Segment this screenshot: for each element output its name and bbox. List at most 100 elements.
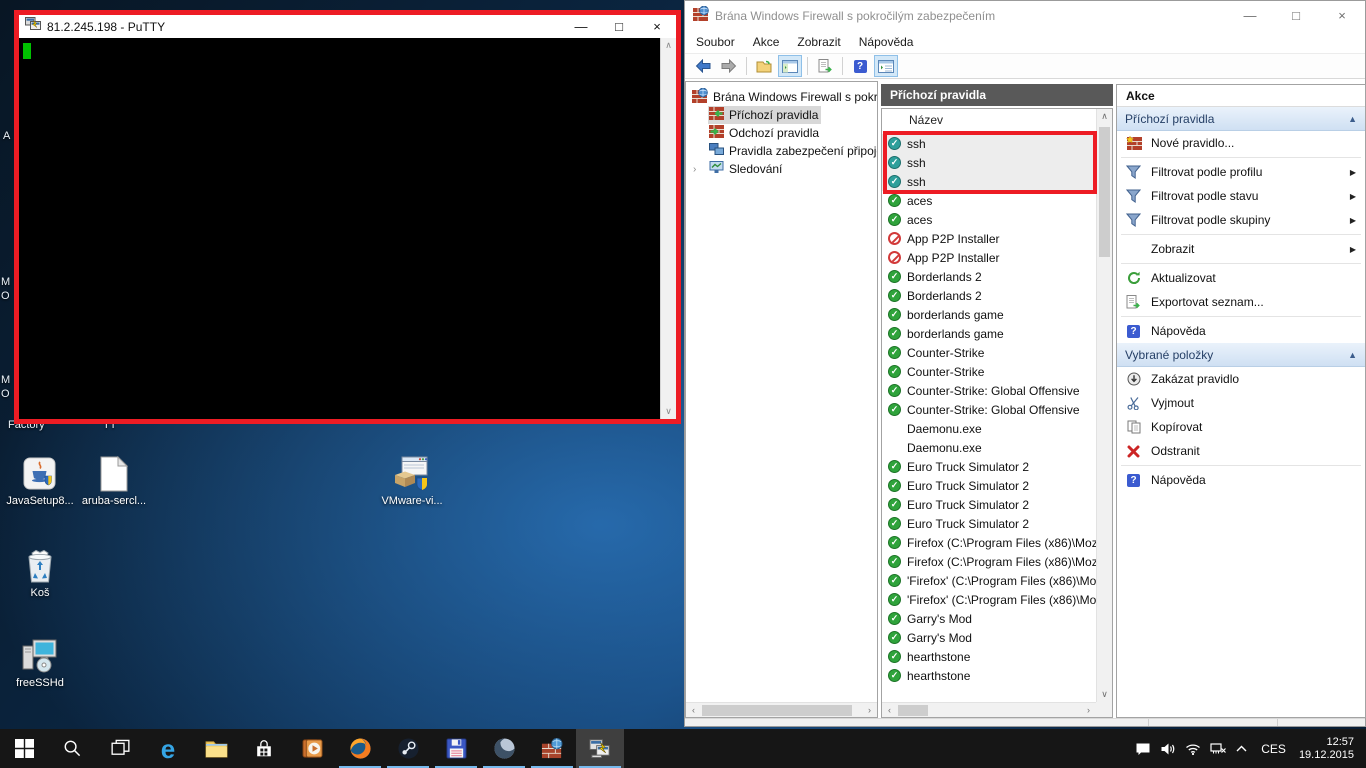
desktop-icon-vmwarevi[interactable]: VMware-vi... — [373, 455, 451, 507]
taskbar-daemon-tools-button[interactable] — [480, 729, 528, 768]
tree-item-3[interactable]: ›Sledování — [686, 160, 877, 178]
tree-item-2[interactable]: Pravidla zabezpečení připoje — [686, 142, 877, 160]
minimize-button[interactable]: — — [1227, 1, 1273, 31]
rule-row[interactable]: ✓'Firefox' (C:\Program Files (x86)\Mo: — [882, 590, 1096, 609]
actions-section-header[interactable]: Příchozí pravidla▲ — [1117, 107, 1365, 131]
tree-horizontal-scrollbar[interactable]: ‹ › — [686, 702, 877, 717]
taskbar-store-button[interactable] — [240, 729, 288, 768]
rule-row[interactable]: ✓Borderlands 2 — [882, 286, 1096, 305]
desktop-icon-freesshd[interactable]: freeSSHd — [1, 637, 79, 689]
menu-item-npovda[interactable]: Nápověda — [850, 35, 923, 49]
rule-row[interactable]: ✓Firefox (C:\Program Files (x86)\Mozi — [882, 552, 1096, 571]
desktop-icon-arubasercl[interactable]: aruba-sercl... — [75, 455, 153, 507]
actions-section-header[interactable]: Vybrané položky▲ — [1117, 343, 1365, 367]
close-button[interactable]: × — [1319, 1, 1365, 31]
rule-row[interactable]: Daemonu.exe — [882, 438, 1096, 457]
scrollbar-thumb[interactable] — [702, 705, 852, 716]
action-filtrovat-podle-profilu[interactable]: Filtrovat podle profilu▶ — [1117, 160, 1365, 184]
taskbar-file-explorer-button[interactable] — [192, 729, 240, 768]
terminal-scrollbar[interactable]: ∧ ∨ — [660, 38, 676, 419]
rule-row[interactable]: ✓hearthstone — [882, 647, 1096, 666]
action-vyjmout[interactable]: Vyjmout — [1117, 391, 1365, 415]
tree-root-item[interactable]: Brána Windows Firewall s pokro — [686, 88, 877, 106]
rule-row[interactable]: App P2P Installer — [882, 229, 1096, 248]
rule-row[interactable]: ✓aces — [882, 191, 1096, 210]
scroll-up-icon[interactable]: ∧ — [1097, 109, 1112, 124]
taskbar-start-button[interactable] — [0, 729, 48, 768]
toolbar-detail-pane-icon[interactable] — [874, 55, 898, 77]
taskbar-windows-firewall-button[interactable] — [528, 729, 576, 768]
toolbar-forward-icon[interactable] — [717, 55, 741, 77]
putty-window[interactable]: 81.2.245.198 - PuTTY — □ × ∧ ∨ — [14, 10, 681, 424]
action-nov-pravidlo[interactable]: Nové pravidlo... — [1117, 131, 1365, 155]
rule-row[interactable]: ✓Euro Truck Simulator 2 — [882, 495, 1096, 514]
rule-row[interactable]: ✓ssh — [882, 134, 1096, 153]
minimize-button[interactable]: — — [562, 19, 600, 34]
menu-item-soubor[interactable]: Soubor — [687, 35, 744, 49]
action-odstranit[interactable]: Odstranit — [1117, 439, 1365, 463]
toolbar-console-tree-icon[interactable] — [778, 55, 802, 77]
scroll-left-icon[interactable]: ‹ — [882, 703, 897, 718]
tree-item-1[interactable]: Odchozí pravidla — [686, 124, 877, 142]
rule-row[interactable]: ✓borderlands game — [882, 324, 1096, 343]
action-kop-rovat[interactable]: Kopírovat — [1117, 415, 1365, 439]
column-header-name[interactable]: Název — [882, 109, 1112, 132]
desktop-icon-javasetup8[interactable]: JavaSetup8... — [1, 455, 79, 507]
firewall-window[interactable]: Brána Windows Firewall s pokročilým zabe… — [684, 0, 1366, 727]
desktop-icon-ko[interactable]: Koš — [1, 547, 79, 599]
tray-action-center-icon[interactable] — [1135, 742, 1151, 756]
rule-row[interactable]: ✓ssh — [882, 172, 1096, 191]
scroll-down-icon[interactable]: ∨ — [665, 406, 672, 417]
rule-row[interactable]: ✓'Firefox' (C:\Program Files (x86)\Mo: — [882, 571, 1096, 590]
action-exportovat-seznam[interactable]: Exportovat seznam... — [1117, 290, 1365, 314]
rule-row[interactable]: ✓Counter-Strike: Global Offensive — [882, 381, 1096, 400]
action-aktualizovat[interactable]: Aktualizovat — [1117, 266, 1365, 290]
action-n-pov-da[interactable]: ?Nápověda — [1117, 468, 1365, 492]
close-button[interactable]: × — [638, 19, 676, 34]
scroll-left-icon[interactable]: ‹ — [686, 703, 701, 718]
taskbar-edge-button[interactable]: e — [144, 729, 192, 768]
scroll-right-icon[interactable]: › — [1081, 703, 1096, 718]
list-vertical-scrollbar[interactable]: ∧ ∨ — [1096, 109, 1112, 702]
tree-item-0[interactable]: Příchozí pravidla — [686, 106, 877, 124]
scrollbar-thumb[interactable] — [1099, 127, 1110, 257]
rule-row[interactable]: ✓Borderlands 2 — [882, 267, 1096, 286]
rule-row[interactable]: ✓hearthstone — [882, 666, 1096, 685]
rule-row[interactable]: ✓Garry's Mod — [882, 628, 1096, 647]
toolbar-folder-icon[interactable] — [752, 55, 776, 77]
taskbar-putty-button[interactable] — [576, 729, 624, 768]
rule-row[interactable]: ✓Euro Truck Simulator 2 — [882, 514, 1096, 533]
taskbar-search-button[interactable] — [48, 729, 96, 768]
action-filtrovat-podle-stavu[interactable]: Filtrovat podle stavu▶ — [1117, 184, 1365, 208]
toolbar-export-list-icon[interactable] — [813, 55, 837, 77]
language-indicator[interactable]: CES — [1257, 742, 1290, 756]
collapse-arrow-icon[interactable]: ▲ — [1348, 114, 1357, 124]
taskbar-firefox-button[interactable] — [336, 729, 384, 768]
rule-row[interactable]: ✓Counter-Strike — [882, 343, 1096, 362]
scroll-down-icon[interactable]: ∨ — [1097, 687, 1112, 702]
action-filtrovat-podle-skupiny[interactable]: Filtrovat podle skupiny▶ — [1117, 208, 1365, 232]
rule-row[interactable]: ✓Euro Truck Simulator 2 — [882, 476, 1096, 495]
rule-row[interactable]: ✓Counter-Strike: Global Offensive — [882, 400, 1096, 419]
menu-item-akce[interactable]: Akce — [744, 35, 789, 49]
collapse-arrow-icon[interactable]: ▲ — [1348, 350, 1357, 360]
rule-row[interactable]: ✓Counter-Strike — [882, 362, 1096, 381]
rule-row[interactable]: ✓ssh — [882, 153, 1096, 172]
maximize-button[interactable]: □ — [1273, 1, 1319, 31]
rule-row[interactable]: App P2P Installer — [882, 248, 1096, 267]
rule-row[interactable]: ✓aces — [882, 210, 1096, 229]
tray-wifi-icon[interactable] — [1185, 743, 1201, 755]
scroll-up-icon[interactable]: ∧ — [665, 40, 672, 51]
menu-item-zobrazit[interactable]: Zobrazit — [788, 35, 849, 49]
maximize-button[interactable]: □ — [600, 19, 638, 34]
toolbar-back-icon[interactable] — [691, 55, 715, 77]
rule-row[interactable]: ✓Euro Truck Simulator 2 — [882, 457, 1096, 476]
clock[interactable]: 12:57 19.12.2015 — [1299, 736, 1358, 762]
action-zak-zat-pravidlo[interactable]: Zakázat pravidlo — [1117, 367, 1365, 391]
taskbar-media-player-button[interactable] — [288, 729, 336, 768]
toolbar-help-icon[interactable]: ? — [848, 55, 872, 77]
tray-chevron-up-icon[interactable] — [1235, 744, 1248, 753]
rule-row[interactable]: Daemonu.exe — [882, 419, 1096, 438]
tray-volume-icon[interactable] — [1160, 742, 1176, 756]
firewall-titlebar[interactable]: Brána Windows Firewall s pokročilým zabe… — [685, 1, 1365, 31]
